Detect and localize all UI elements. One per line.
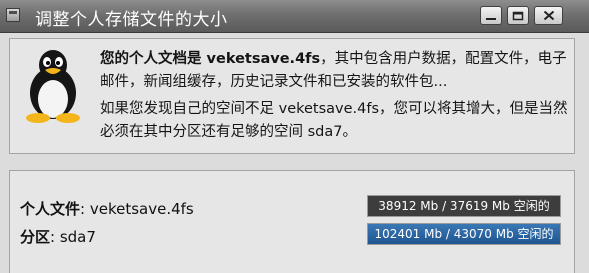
personal-file-usage-bar: 38912 Mb / 37619 Mb 空闲的 (367, 195, 561, 217)
close-button[interactable] (534, 6, 563, 25)
maximize-icon (512, 11, 524, 20)
personal-file-label-group: 个人文件: veketsave.4fs (20, 198, 194, 219)
personal-file-name-bold: 您的个人文档是 veketsave.4fs (100, 51, 321, 67)
info-panel: 您的个人文档是 veketsave.4fs，其中包含用户数据，配置文件，电子邮件… (9, 38, 575, 154)
partition-row: 分区: sda7 102401 Mb / 43070 Mb 空闲的 (10, 223, 576, 249)
personal-file-row: 个人文件: veketsave.4fs 38912 Mb / 37619 Mb … (10, 195, 576, 221)
info-text: 您的个人文档是 veketsave.4fs，其中包含用户数据，配置文件，电子邮件… (100, 48, 570, 144)
partition-usage-bar: 102401 Mb / 43070 Mb 空闲的 (367, 223, 561, 245)
personal-file-value: : veketsave.4fs (80, 200, 194, 218)
window-title: 调整个人存储文件的大小 (35, 10, 228, 30)
minimize-button[interactable] (480, 6, 502, 25)
partition-usage-text: 102401 Mb / 43070 Mb 空闲的 (374, 227, 554, 241)
window-menu-icon[interactable] (6, 8, 20, 22)
info-paragraph-2: 如果您发现自己的空间不足 veketsave.4fs，您可以将其增大，但是当然必… (100, 101, 568, 140)
storage-details-panel: 个人文件: veketsave.4fs 38912 Mb / 37619 Mb … (9, 170, 575, 273)
minimize-icon (486, 17, 496, 20)
resize-personal-storage-window: 调整个人存储文件的大小 您的个人文档是 veketsave.4fs，其中包含用户… (0, 0, 589, 273)
personal-file-label: 个人文件 (20, 200, 81, 218)
close-icon (543, 10, 554, 21)
tux-penguin-icon (26, 50, 80, 123)
personal-file-usage-text: 38912 Mb / 37619 Mb 空闲的 (378, 199, 550, 213)
maximize-button[interactable] (507, 6, 529, 25)
partition-value: : sda7 (50, 228, 96, 246)
title-bar[interactable]: 调整个人存储文件的大小 (0, 0, 589, 33)
info-paragraph-1: 您的个人文档是 veketsave.4fs，其中包含用户数据，配置文件，电子邮件… (100, 48, 570, 94)
partition-label: 分区 (20, 228, 51, 246)
partition-label-group: 分区: sda7 (20, 226, 96, 247)
